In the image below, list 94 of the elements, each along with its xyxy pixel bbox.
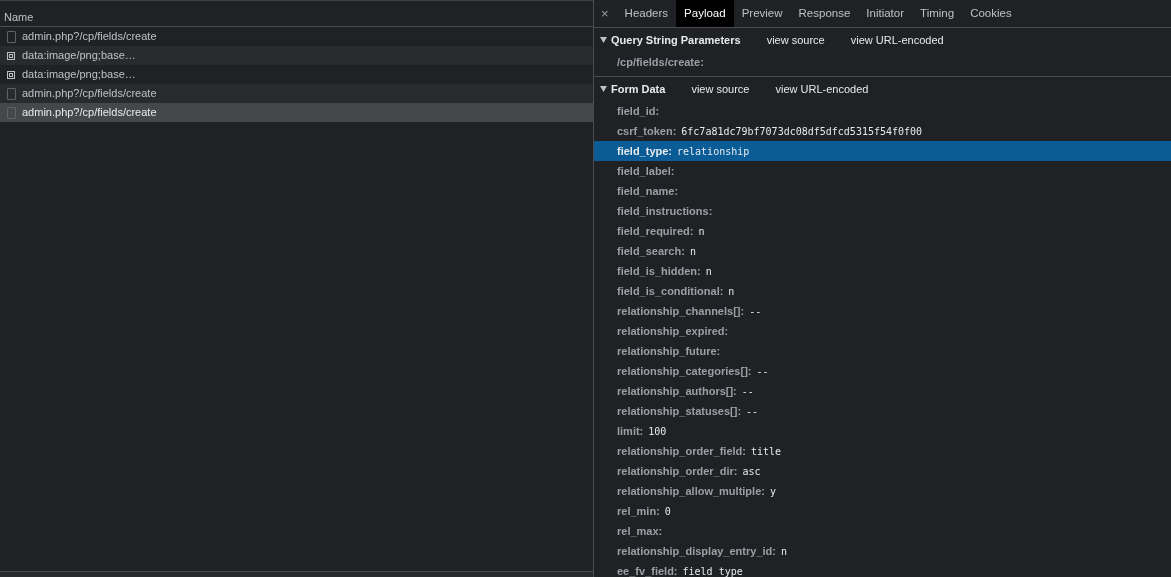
request-row[interactable]: admin.php?/cp/fields/create <box>0 103 593 122</box>
param-value: 6fc7a81dc79bf7073dc08df5dfcd5315f54f0f00 <box>681 124 923 139</box>
param-key: rel_min: <box>617 502 660 520</box>
param-row[interactable]: field_type: relationship <box>594 141 1171 161</box>
param-row[interactable]: field_is_conditional: n <box>594 281 1171 301</box>
param-key: relationship_order_dir: <box>617 462 738 480</box>
close-button[interactable]: × <box>594 3 617 24</box>
param-key: /cp/fields/create: <box>617 53 704 71</box>
document-icon <box>7 87 16 100</box>
tab[interactable]: Cookies <box>962 0 1020 27</box>
param-key: csrf_token: <box>617 122 677 140</box>
tab[interactable]: Payload <box>676 0 734 27</box>
tab[interactable]: Preview <box>733 0 791 27</box>
image-file-icon <box>7 70 15 79</box>
param-row[interactable]: csrf_token: 6fc7a81dc79bf7073dc08df5dfcd5315f54f0f00 <box>594 121 1171 141</box>
param-row[interactable]: relationship_allow_multiple: y <box>594 481 1171 501</box>
param-key: relationship_statuses[]: <box>617 402 742 420</box>
param-key: relationship_expired: <box>617 322 729 340</box>
disclosure-triangle-icon[interactable] <box>600 86 607 92</box>
param-value: 0 <box>664 504 671 519</box>
param-row[interactable]: relationship_statuses[]: -- <box>594 401 1171 421</box>
param-key: limit: <box>617 422 644 440</box>
param-value: -- <box>741 384 754 399</box>
param-row[interactable]: relationship_display_entry_id: n <box>594 541 1171 561</box>
param-value: -- <box>746 404 759 419</box>
param-key: rel_max: <box>617 522 663 540</box>
param-row[interactable]: field_id: <box>594 101 1171 121</box>
param-row[interactable]: rel_min: 0 <box>594 501 1171 521</box>
tab[interactable]: Response <box>790 0 859 27</box>
param-row[interactable]: field_search: n <box>594 241 1171 261</box>
param-row[interactable]: field_label: <box>594 161 1171 181</box>
param-row[interactable]: limit: 100 <box>594 421 1171 441</box>
view-link[interactable]: view URL-encoded <box>850 31 944 49</box>
param-row[interactable]: relationship_future: <box>594 341 1171 361</box>
param-row[interactable]: field_required: n <box>594 221 1171 241</box>
param-key: field_id: <box>617 102 660 120</box>
param-row[interactable]: relationship_channels[]: -- <box>594 301 1171 321</box>
param-key: field_instructions: <box>617 202 713 220</box>
param-key: relationship_display_entry_id: <box>617 542 776 560</box>
request-row[interactable]: data:image/png;base… <box>0 46 593 65</box>
param-row[interactable]: field_instructions: <box>594 201 1171 221</box>
image-file-icon <box>7 51 15 60</box>
param-key: field_required: <box>617 222 694 240</box>
param-value: asc <box>742 464 761 479</box>
view-link[interactable]: view source <box>766 31 825 49</box>
param-row[interactable]: ee_fv_field: field_type <box>594 561 1171 577</box>
document-icon <box>7 106 16 119</box>
param-key: relationship_allow_multiple: <box>617 482 765 500</box>
param-key: relationship_authors[]: <box>617 382 737 400</box>
param-value: n <box>728 284 735 299</box>
param-row[interactable]: relationship_categories[]: -- <box>594 361 1171 381</box>
param-value: relationship <box>677 144 750 159</box>
tab[interactable]: Timing <box>912 0 963 27</box>
param-value: -- <box>756 364 769 379</box>
param-row[interactable]: field_name: <box>594 181 1171 201</box>
param-row[interactable]: field_is_hidden: n <box>594 261 1171 281</box>
param-key: ee_fv_field: <box>617 562 678 577</box>
param-row[interactable]: relationship_order_dir: asc <box>594 461 1171 481</box>
request-row[interactable]: admin.php?/cp/fields/create <box>0 27 593 46</box>
column-header[interactable]: Name <box>0 0 593 27</box>
param-key: field_name: <box>617 182 679 200</box>
param-row[interactable]: relationship_authors[]: -- <box>594 381 1171 401</box>
request-row[interactable]: admin.php?/cp/fields/create <box>0 84 593 103</box>
view-link[interactable]: view URL-encoded <box>775 80 869 98</box>
param-row[interactable]: rel_max: <box>594 521 1171 541</box>
param-key: field_search: <box>617 242 685 260</box>
param-row[interactable]: relationship_order_field: title <box>594 441 1171 461</box>
param-value: n <box>780 544 787 559</box>
request-row[interactable]: data:image/png;base… <box>0 65 593 84</box>
param-key: relationship_channels[]: <box>617 302 745 320</box>
param-key: relationship_future: <box>617 342 721 360</box>
param-row[interactable]: relationship_expired: <box>594 321 1171 341</box>
param-key: field_is_hidden: <box>617 262 701 280</box>
param-value: 100 <box>648 424 667 439</box>
param-value: n <box>705 264 712 279</box>
param-value: title <box>751 444 782 459</box>
section-title[interactable]: Query String Parameters <box>611 31 741 49</box>
param-value: -- <box>749 304 762 319</box>
param-key: field_is_conditional: <box>617 282 724 300</box>
param-key: field_type: <box>617 142 672 160</box>
param-value: y <box>769 484 776 499</box>
param-value: field_type <box>682 564 743 577</box>
view-link[interactable]: view source <box>691 80 750 98</box>
document-icon <box>7 30 16 43</box>
tab[interactable]: Headers <box>616 0 677 27</box>
param-key: relationship_categories[]: <box>617 362 752 380</box>
param-key: relationship_order_field: <box>617 442 746 460</box>
section-title[interactable]: Form Data <box>611 80 666 98</box>
disclosure-triangle-icon[interactable] <box>600 37 607 43</box>
param-value: n <box>689 244 696 259</box>
param-value: n <box>698 224 705 239</box>
param-key: field_label: <box>617 162 675 180</box>
tab[interactable]: Initiator <box>858 0 913 27</box>
param-row[interactable]: /cp/fields/create: <box>594 52 1171 72</box>
